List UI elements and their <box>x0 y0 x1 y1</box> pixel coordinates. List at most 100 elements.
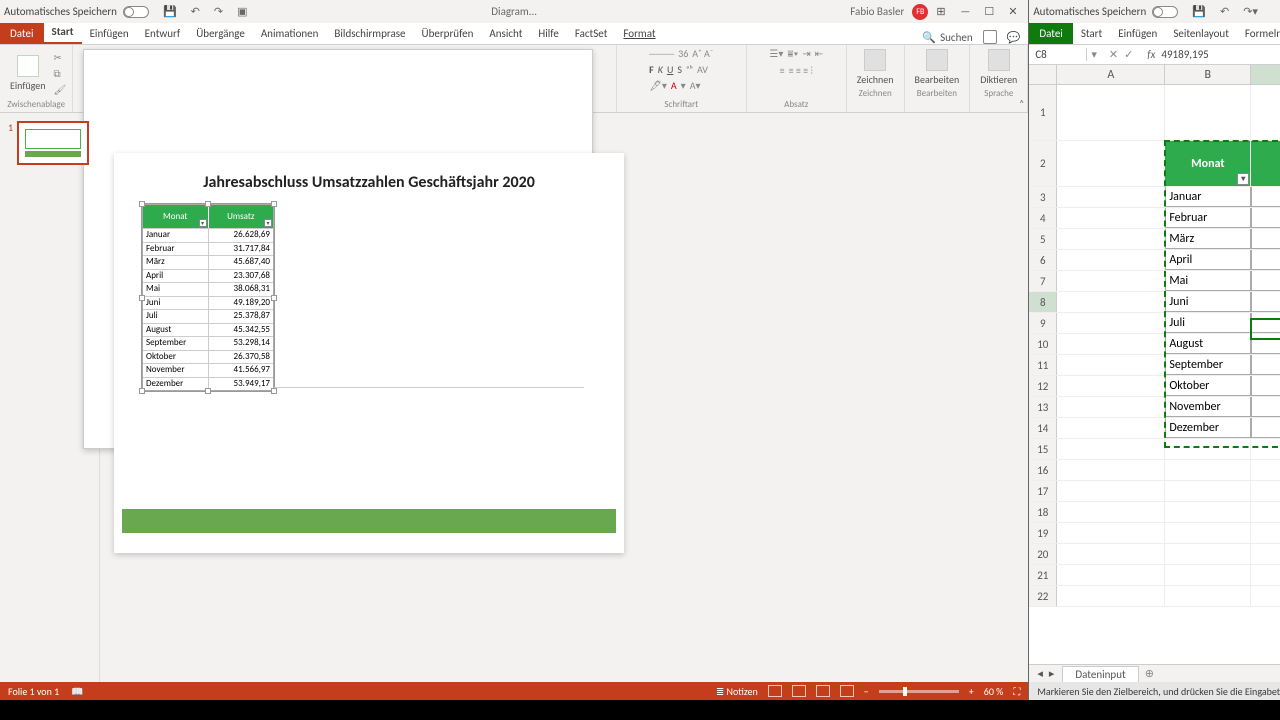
autosave-toggle[interactable]: Automatisches Speichern <box>4 5 149 18</box>
name-box[interactable]: C8 <box>1029 48 1087 61</box>
header-umsatz[interactable]: Umsatz▾ <box>1251 141 1280 186</box>
tab-slideshow[interactable]: Bildschirmprase <box>326 23 413 44</box>
table-row[interactable]: 22 <box>1029 586 1280 607</box>
table-row[interactable]: 13November41.566,97 <box>1029 397 1280 418</box>
comments-icon[interactable]: 💬 <box>1007 31 1021 44</box>
header-monat[interactable]: Monat▾ <box>1165 141 1251 186</box>
bullets-icon[interactable]: ☰▾ <box>769 47 783 60</box>
tab-insert[interactable]: Einfügen <box>82 23 137 44</box>
undo-icon[interactable]: ↶ <box>1220 5 1229 18</box>
minimize-icon[interactable]: — <box>960 5 976 18</box>
bold-button[interactable]: F <box>649 63 654 76</box>
fx-icon[interactable]: fx <box>1147 48 1155 61</box>
tab-start[interactable]: Start <box>44 21 82 44</box>
table-row[interactable]: 10August45.342,55 <box>1029 334 1280 355</box>
col-A[interactable]: A <box>1057 65 1165 84</box>
table-row[interactable]: 4Februar31.717,84 <box>1029 208 1280 229</box>
tab-file[interactable]: Datei <box>1029 23 1073 44</box>
formula-value[interactable]: 49189,195 <box>1161 48 1208 61</box>
filter-icon[interactable]: ▾ <box>199 219 207 227</box>
filter-icon[interactable]: ▾ <box>1237 173 1249 185</box>
autosave-toggle[interactable]: Automatisches Speichern <box>1033 5 1178 18</box>
underline-button[interactable]: U <box>667 63 673 76</box>
add-sheet-icon[interactable]: ⊕ <box>1145 667 1154 680</box>
numbering-icon[interactable]: ⩸▾ <box>787 47 798 60</box>
tab-factset[interactable]: FactSet <box>567 23 616 44</box>
embedded-table[interactable]: Monat▾ Umsatz▾ Januar26.628,69Februar31.… <box>142 204 274 391</box>
table-row[interactable]: 19 <box>1029 523 1280 544</box>
redo-icon[interactable]: ↷▾ <box>1243 5 1258 18</box>
table-row[interactable]: 14Dezember53.949,17 <box>1029 418 1280 439</box>
paste-button[interactable]: Einfügen <box>6 53 50 94</box>
table-row[interactable]: 11September53.298,14 <box>1029 355 1280 376</box>
tab-view[interactable]: Ansicht <box>481 23 530 44</box>
close-icon[interactable]: ✕ <box>1008 5 1024 18</box>
table-row[interactable]: 5März45.687,40 <box>1029 229 1280 250</box>
format-painter-icon[interactable]: 🖌 <box>54 83 67 96</box>
table-row[interactable]: 16 <box>1029 460 1280 481</box>
col-C[interactable]: C <box>1251 65 1280 84</box>
tab-insert[interactable]: Einfügen <box>1110 23 1165 44</box>
tab-animations[interactable]: Animationen <box>253 23 327 44</box>
spreadsheet-grid[interactable]: 1 2 Monat▾ Umsatz▾ 3Januar26.628,694Febr… <box>1029 85 1280 664</box>
tab-formulas[interactable]: Formeln <box>1237 23 1280 44</box>
table-row[interactable]: 9Juli25.378,87 <box>1029 313 1280 334</box>
tab-transitions[interactable]: Übergänge <box>188 23 253 44</box>
tab-file[interactable]: Datei <box>0 23 44 44</box>
notes-button[interactable]: ≣ Notizen <box>716 685 758 698</box>
maximize-icon[interactable]: ☐ <box>984 5 1000 18</box>
copy-icon[interactable]: ⧉ <box>54 67 67 80</box>
search-box[interactable]: 🔍 Suchen <box>922 31 972 44</box>
zoom-level[interactable]: 60 % <box>984 685 1004 698</box>
avatar[interactable]: FB <box>912 4 928 20</box>
table-row[interactable]: 17 <box>1029 481 1280 502</box>
table-row[interactable]: 8Juni49.189,20 <box>1029 292 1280 313</box>
filter-icon[interactable]: ▾ <box>264 219 272 227</box>
namebox-dropdown-icon[interactable]: ▾ <box>1087 48 1101 61</box>
shapes-button[interactable]: Zeichnen <box>853 47 898 88</box>
save-icon[interactable]: 💾 <box>1192 5 1206 18</box>
reading-view-icon[interactable] <box>816 685 830 697</box>
tab-help[interactable]: Hilfe <box>530 23 566 44</box>
undo-icon[interactable]: ↶ <box>191 5 200 18</box>
zoom-out-icon[interactable]: − <box>864 685 869 698</box>
cancel-formula-icon[interactable]: ✕ <box>1109 48 1118 61</box>
zoom-slider[interactable] <box>879 690 959 693</box>
sheet-tab-dateninput[interactable]: Dateninput <box>1062 666 1138 682</box>
find-button[interactable]: Bearbeiten <box>911 47 964 88</box>
normal-view-icon[interactable] <box>768 685 782 697</box>
cut-icon[interactable]: ✂ <box>54 51 67 64</box>
share-icon[interactable] <box>983 30 997 44</box>
collapse-ribbon-icon[interactable]: ˄ <box>1019 97 1024 110</box>
table-row[interactable]: 12Oktober26.370,58 <box>1029 376 1280 397</box>
dictate-button[interactable]: Diktieren <box>976 47 1021 88</box>
table-row[interactable]: 7Mai38.068,31 <box>1029 271 1280 292</box>
col-B[interactable]: B <box>1165 65 1251 84</box>
redo-icon[interactable]: ↷ <box>214 5 223 18</box>
table-row[interactable]: 20 <box>1029 544 1280 565</box>
indent-icon[interactable]: ⇥ <box>802 47 810 60</box>
save-icon[interactable]: 💾 <box>163 5 177 18</box>
slideshow-icon[interactable]: ▣ <box>237 5 247 18</box>
table-row[interactable]: 6April23.307,68 <box>1029 250 1280 271</box>
align-icon[interactable]: ≡ <box>780 64 785 77</box>
italic-button[interactable]: K <box>658 63 663 76</box>
strike-button[interactable]: S <box>677 63 682 76</box>
tab-design[interactable]: Entwurf <box>137 23 189 44</box>
slide-canvas-area[interactable]: Jahresabschluss Umsatzzahlen Geschäftsja… <box>100 113 1028 682</box>
zoom-in-icon[interactable]: + <box>969 685 974 698</box>
toggle-switch[interactable] <box>123 6 149 18</box>
table-row[interactable]: 3Januar26.628,69 <box>1029 187 1280 208</box>
tab-layout[interactable]: Seitenlayout <box>1165 23 1237 44</box>
slideshow-view-icon[interactable] <box>840 685 854 697</box>
sheet-next-icon[interactable]: ▸ <box>1049 667 1055 680</box>
fit-icon[interactable]: ⛶ <box>1013 685 1020 698</box>
spellcheck-icon[interactable]: 📖 <box>71 685 83 698</box>
table-row[interactable]: 18 <box>1029 502 1280 523</box>
table-row[interactable]: 21 <box>1029 565 1280 586</box>
ribbon-options-icon[interactable]: ⊞ <box>936 5 952 18</box>
accept-formula-icon[interactable]: ✓ <box>1124 48 1133 61</box>
sorter-view-icon[interactable] <box>792 685 806 697</box>
tab-format[interactable]: Format <box>615 23 663 44</box>
table-row[interactable]: 15 <box>1029 439 1280 460</box>
